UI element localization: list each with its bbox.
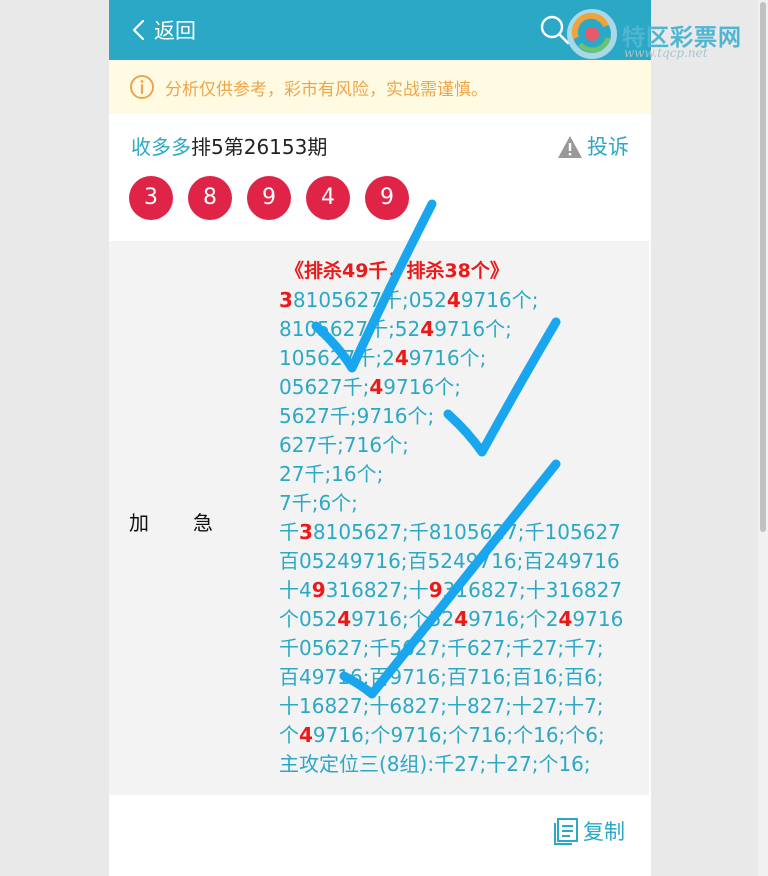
prediction-line: 个05249716;个5249716;个249716: [279, 605, 639, 634]
line-text: 8105627千;052: [292, 288, 447, 312]
back-label: 返回: [154, 19, 196, 43]
post-source[interactable]: 收多多: [131, 135, 191, 159]
risk-notice: 分析仅供参考，彩市有风险，实战需谨慎。: [109, 60, 651, 114]
complaint-button[interactable]: 投诉: [557, 132, 629, 162]
line-text: 9716个;: [460, 288, 539, 312]
prediction-line: 8105627千;5249716个;: [279, 315, 639, 344]
line-text: 9716个;: [408, 346, 487, 370]
line-text: 个: [279, 723, 299, 747]
prediction-line: 十49316827;十9316827;十316827: [279, 576, 639, 605]
line-text: 05627千;: [279, 375, 370, 399]
scrollbar[interactable]: [758, 0, 768, 876]
info-icon: [130, 75, 154, 99]
line-text: 十4: [279, 578, 312, 602]
highlight-digit: 4: [446, 288, 461, 312]
line-text: 9716;个9716;个716;个16;个6;: [312, 723, 605, 747]
line-text: 主攻定位三(8组):千27;十27;个16;: [279, 752, 591, 776]
prediction-heading: 《排杀49千，排杀38个》: [285, 260, 509, 282]
page: 返回 分析仅供参考，彩市有风险，实战需谨慎。 收多多排5第26153期 投诉 3…: [109, 0, 651, 876]
highlight-digit: 3: [279, 288, 293, 312]
line-text: 8105627千;52: [279, 317, 421, 341]
copy-icon: [554, 818, 578, 845]
line-text: 9716;个52: [351, 607, 455, 631]
prediction-line: 十16827;十6827;十827;十27;十7;: [279, 692, 639, 721]
highlight-digit: 4: [454, 607, 469, 631]
prediction-line: 105627千;249716个;: [279, 344, 639, 373]
warning-icon: [558, 136, 582, 158]
line-text: 316827;十: [325, 578, 429, 602]
post-issue: 排5第26153期: [191, 135, 328, 159]
draw-number-ball: 3: [129, 176, 173, 220]
highlight-digit: 4: [299, 723, 313, 747]
line-text: 8105627;千8105627;千105627: [312, 520, 621, 544]
notice-text: 分析仅供参考，彩市有风险，实战需谨慎。: [165, 79, 488, 100]
site-logo: 特区彩票网 www.tqcp.net: [566, 8, 766, 60]
side-label: 加急: [129, 511, 257, 535]
logo-swirl-icon: [567, 9, 617, 59]
highlight-digit: 4: [420, 317, 435, 341]
line-text: 百05249716;百5249716;百249716: [279, 549, 620, 573]
line-text: 105627千;2: [279, 346, 395, 370]
prediction-line: 主攻定位三(8组):千27;十27;个16;: [279, 750, 639, 779]
line-text: 316827;十316827: [442, 578, 623, 602]
copy-label: 复制: [583, 820, 625, 844]
line-text: 个052: [279, 607, 338, 631]
line-text: 十16827;十6827;十827;十27;十7;: [279, 694, 604, 718]
line-text: 27千;16个;: [279, 462, 384, 486]
highlight-digit: 3: [299, 520, 313, 544]
highlight-digit: 4: [337, 607, 352, 631]
line-text: 百49716;百9716;百716;百16;百6;: [279, 665, 604, 689]
prediction-line: 个49716;个9716;个716;个16;个6;: [279, 721, 639, 750]
prediction-line: 千05627;千5627;千627;千27;千7;: [279, 634, 639, 663]
chevron-left-icon: [132, 19, 145, 41]
back-button[interactable]: 返回: [131, 14, 196, 46]
draw-number-ball: 9: [365, 176, 409, 220]
highlight-digit: 4: [369, 375, 384, 399]
prediction-line: 27千;16个;: [279, 460, 639, 489]
line-text: 627千;716个;: [279, 433, 409, 457]
prediction-panel: 加急 《排杀49千，排杀38个》 38105627千;05249716个; 810…: [109, 241, 649, 795]
line-text: 9716个;: [383, 375, 461, 399]
line-text: 9716个;: [434, 317, 512, 341]
prediction-line: 5627千;9716个;: [279, 402, 639, 431]
line-text: 千05627;千5627;千627;千27;千7;: [279, 636, 604, 660]
prediction-line: 05627千;49716个;: [279, 373, 639, 402]
copy-button[interactable]: 复制: [553, 816, 625, 846]
line-text: 5627千;9716个;: [279, 404, 435, 428]
prediction-text: 《排杀49千，排杀38个》 38105627千;05249716个; 810562…: [279, 257, 639, 779]
prediction-line: 38105627千;05249716个;: [279, 286, 639, 315]
line-text: 千: [279, 520, 299, 544]
highlight-digit: 4: [558, 607, 573, 631]
highlight-digit: 9: [311, 578, 326, 602]
prediction-line: 千38105627;千8105627;千105627: [279, 518, 639, 547]
draw-number-ball: 8: [188, 176, 232, 220]
post-title-row: 收多多排5第26153期 投诉: [131, 132, 629, 162]
draw-numbers: 38949: [129, 176, 424, 220]
prediction-line: 7千;6个;: [279, 489, 639, 518]
highlight-digit: 9: [428, 578, 443, 602]
line-text: 9716;个2: [468, 607, 559, 631]
prediction-line: 百49716;百9716;百716;百16;百6;: [279, 663, 639, 692]
logo-url: www.tqcp.net: [624, 46, 708, 60]
draw-number-ball: 4: [306, 176, 350, 220]
highlight-digit: 4: [394, 346, 409, 370]
prediction-line: 百05249716;百5249716;百249716: [279, 547, 639, 576]
line-text: 9716: [572, 607, 624, 631]
line-text: 7千;6个;: [279, 491, 358, 515]
prediction-line: 627千;716个;: [279, 431, 639, 460]
draw-number-ball: 9: [247, 176, 291, 220]
scrollbar-thumb[interactable]: [760, 2, 766, 532]
complaint-label: 投诉: [587, 135, 629, 159]
